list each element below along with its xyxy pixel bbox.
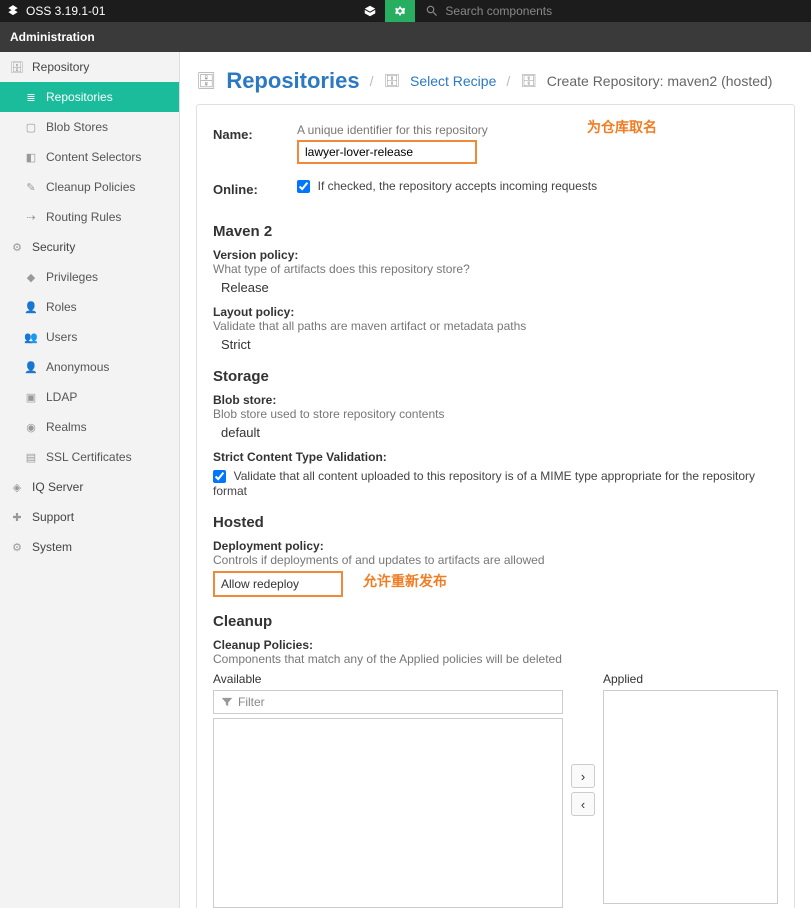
separator: / [506,73,510,89]
deploy-select[interactable]: Allow redeploy [213,571,343,597]
anon-icon: 👤 [24,360,38,374]
version-policy-value[interactable]: Release [221,280,778,295]
badge-icon: ◆ [24,270,38,284]
blob-label: Blob store: [213,393,778,407]
strict-label: Strict Content Type Validation: [213,450,778,464]
sidebar-item-roles[interactable]: 👤Roles [0,292,179,322]
page-title[interactable]: Repositories [226,68,359,94]
online-help: If checked, the repository accepts incom… [318,179,597,193]
admin-subheader: Administration [0,22,811,52]
move-left-button[interactable]: ‹ [571,792,595,816]
filter-icon [220,695,234,709]
move-right-button[interactable]: › [571,764,595,788]
db-icon: 🗄 [520,73,537,89]
section-hosted: Hosted [213,514,778,531]
sidebar-item-support[interactable]: ✚Support [0,502,179,532]
separator: / [370,73,374,89]
route-icon: ⇢ [24,210,38,224]
blob-help: Blob store used to store repository cont… [213,407,778,421]
realm-icon: ◉ [24,420,38,434]
available-list[interactable] [213,718,563,908]
name-label: Name: [213,123,283,142]
layout-policy-value[interactable]: Strict [221,337,778,352]
db-icon: 🗄 [196,71,216,91]
tag-icon: ◧ [24,150,38,164]
db-icon: 🗄 [383,73,400,89]
box-icon[interactable] [355,0,385,22]
applied-label: Applied [603,672,778,686]
section-storage: Storage [213,368,778,385]
product-label: OSS 3.19.1-01 [26,4,105,18]
section-maven2: Maven 2 [213,223,778,240]
sidebar-security-header[interactable]: ⚙ Security [0,232,179,262]
section-cleanup: Cleanup [213,613,778,630]
main-content: 🗄 Repositories / 🗄 Select Recipe / 🗄 Cre… [180,52,811,908]
version-policy-help: What type of artifacts does this reposit… [213,262,778,276]
breadcrumb-select-recipe[interactable]: Select Recipe [410,73,496,89]
sidebar-repository-header[interactable]: 🗄 Repository [0,52,179,82]
sidebar-item-ldap[interactable]: ▣LDAP [0,382,179,412]
sidebar-item-iq[interactable]: ◈IQ Server [0,472,179,502]
book-icon: ▣ [24,390,38,404]
sidebar: 🗄 Repository ≣Repositories ▢Blob Stores … [0,52,180,908]
support-icon: ✚ [10,510,24,524]
filter-input[interactable]: Filter [213,690,563,714]
annotation-name: 为仓库取名 [587,117,657,137]
search-bar[interactable]: Search components [415,4,805,18]
breadcrumb-current: Create Repository: maven2 (hosted) [547,73,773,89]
blob-value[interactable]: default [221,425,778,440]
disk-icon: ▢ [24,120,38,134]
deploy-label: Deployment policy: [213,539,778,553]
sidebar-item-privileges[interactable]: ◆Privileges [0,262,179,292]
people-icon: 👤 [24,300,38,314]
system-icon: ⚙ [10,540,24,554]
name-input[interactable] [297,140,477,164]
stack-icon: ≣ [24,90,38,104]
online-label: Online: [213,178,283,197]
name-help: A unique identifier for this repository [297,123,778,137]
gear-tab-icon[interactable] [385,0,415,22]
sidebar-item-content-selectors[interactable]: ◧Content Selectors [0,142,179,172]
cleanup-help: Components that match any of the Applied… [213,652,778,666]
search-icon [425,4,439,18]
layout-policy-label: Layout policy: [213,305,778,319]
available-label: Available [213,672,563,686]
sidebar-item-anonymous[interactable]: 👤Anonymous [0,352,179,382]
layout-policy-help: Validate that all paths are maven artifa… [213,319,778,333]
sidebar-item-ssl[interactable]: ▤SSL Certificates [0,442,179,472]
online-checkbox[interactable] [297,180,310,193]
cert-icon: ▤ [24,450,38,464]
top-bar: OSS 3.19.1-01 Search components [0,0,811,22]
form-panel: Name: A unique identifier for this repos… [196,104,795,908]
search-placeholder: Search components [445,4,552,18]
version-policy-label: Version policy: [213,248,778,262]
sidebar-item-realms[interactable]: ◉Realms [0,412,179,442]
applied-list[interactable] [603,690,778,904]
sidebar-item-system[interactable]: ⚙System [0,532,179,562]
sidebar-item-users[interactable]: 👥Users [0,322,179,352]
breadcrumb: 🗄 Repositories / 🗄 Select Recipe / 🗄 Cre… [196,62,795,104]
sidebar-item-cleanup-policies[interactable]: ✎Cleanup Policies [0,172,179,202]
sidebar-item-repositories[interactable]: ≣Repositories [0,82,179,112]
annotation-deploy: 允许重新发布 [363,571,447,591]
deploy-help: Controls if deployments of and updates t… [213,553,778,567]
sidebar-item-routing-rules[interactable]: ⇢Routing Rules [0,202,179,232]
iq-icon: ◈ [10,480,24,494]
cleanup-label: Cleanup Policies: [213,638,778,652]
broom-icon: ✎ [24,180,38,194]
db-icon: 🗄 [10,60,24,74]
sidebar-item-blob-stores[interactable]: ▢Blob Stores [0,112,179,142]
logo-icon [6,4,20,18]
shield-icon: ⚙ [10,240,24,254]
strict-help: Validate that all content uploaded to th… [213,469,755,498]
users-icon: 👥 [24,330,38,344]
strict-checkbox[interactable] [213,470,226,483]
